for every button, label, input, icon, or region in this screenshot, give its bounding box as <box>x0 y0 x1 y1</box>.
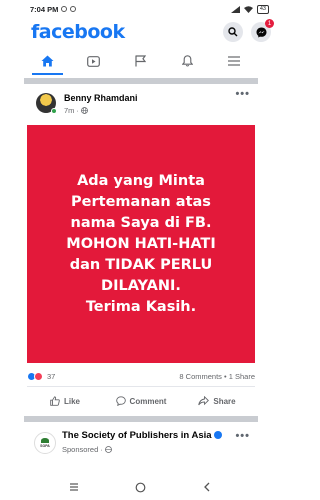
sponsor-logo-text: SOPA <box>40 444 50 448</box>
post-text-line: Ada yang Minta <box>77 172 205 189</box>
nav-tabs <box>0 47 281 75</box>
globe-icon <box>104 445 112 453</box>
verified-icon <box>213 431 222 440</box>
post-time[interactable]: 7m <box>64 106 74 115</box>
status-time: 7:04 PM <box>30 4 59 14</box>
actions-divider <box>27 386 255 387</box>
post-text-line: DILAYANI. <box>101 277 181 294</box>
home-button-icon[interactable] <box>135 482 146 493</box>
avatar[interactable] <box>36 93 57 114</box>
tab-menu[interactable] <box>210 47 257 75</box>
system-nav-bar <box>0 474 281 500</box>
comments-shares-count[interactable]: 8 Comments • 1 Share <box>179 372 255 381</box>
sponsor-name: The Society of Publishers in Asia <box>62 430 212 441</box>
search-icon <box>228 27 238 37</box>
sponsored-more-options-button[interactable]: ••• <box>235 430 250 474</box>
recent-apps-icon[interactable] <box>69 482 79 492</box>
tab-watch[interactable] <box>71 47 118 75</box>
globe-icon <box>81 107 88 114</box>
flag-icon <box>135 55 146 67</box>
post-text-line: Pertemanan atas <box>71 193 211 210</box>
notification-icon <box>61 6 68 12</box>
tab-home[interactable] <box>24 47 71 75</box>
bell-icon <box>181 55 193 67</box>
post-author[interactable]: Benny Rhamdani <box>64 93 138 103</box>
facebook-logo[interactable]: facebook <box>31 21 125 43</box>
share-button[interactable]: Share <box>179 390 255 412</box>
online-indicator <box>51 108 57 114</box>
post-text-line: dan TIDAK PERLU <box>69 256 213 273</box>
sponsored-post-header: SOPA The Society of Publishers in Asia S… <box>24 430 258 474</box>
signal-icon <box>230 5 240 13</box>
sponsor-title[interactable]: The Society of Publishers in Asia <box>62 430 227 442</box>
status-bar: 7:04 PM 43 <box>0 0 281 18</box>
feed-separator <box>24 78 258 84</box>
home-icon <box>41 55 54 67</box>
share-label: Share <box>213 396 236 406</box>
reaction-icons[interactable] <box>27 371 43 381</box>
post-actions: Like Comment Share <box>27 390 255 412</box>
reaction-count[interactable]: 37 <box>47 372 55 381</box>
wifi-icon <box>243 5 253 13</box>
like-button[interactable]: Like <box>27 390 103 412</box>
post-text: Ada yang Minta Pertemanan atas nama Saya… <box>66 171 215 318</box>
comment-button[interactable]: Comment <box>103 390 179 412</box>
back-icon[interactable] <box>202 482 212 492</box>
comment-icon <box>115 396 126 406</box>
like-label: Like <box>63 396 80 406</box>
reactions-bar: 37 8 Comments • 1 Share <box>27 367 255 385</box>
search-button[interactable] <box>223 22 243 42</box>
love-reaction-icon <box>34 371 43 381</box>
menu-icon <box>227 56 240 66</box>
feed-separator <box>24 416 258 422</box>
post-header: Benny Rhamdani 7m · ••• <box>24 88 258 120</box>
comment-label: Comment <box>129 396 167 406</box>
messenger-icon <box>256 27 266 37</box>
thumbs-up-icon <box>50 396 60 406</box>
app-header: facebook 1 <box>0 18 281 46</box>
sponsor-avatar[interactable]: SOPA <box>34 432 56 454</box>
post-text-line: nama Saya di FB. <box>70 214 212 231</box>
post-more-options-button[interactable]: ••• <box>235 88 250 100</box>
tab-pages[interactable] <box>117 47 164 75</box>
sponsor-logo-mark <box>41 438 49 443</box>
notification-icon-2 <box>70 6 77 12</box>
messenger-badge: 1 <box>265 19 274 28</box>
post-text-line: MOHON HATI-HATI <box>66 235 216 252</box>
video-icon <box>87 55 101 67</box>
share-icon <box>198 396 210 406</box>
tab-notifications[interactable] <box>164 47 211 75</box>
messenger-button[interactable]: 1 <box>251 19 274 42</box>
post-text-line: Terima Kasih. <box>85 298 197 315</box>
sponsored-label[interactable]: Sponsored <box>62 445 98 454</box>
battery-icon: 43 <box>256 4 269 14</box>
post-text-card[interactable]: Ada yang Minta Pertemanan atas nama Saya… <box>27 125 255 363</box>
